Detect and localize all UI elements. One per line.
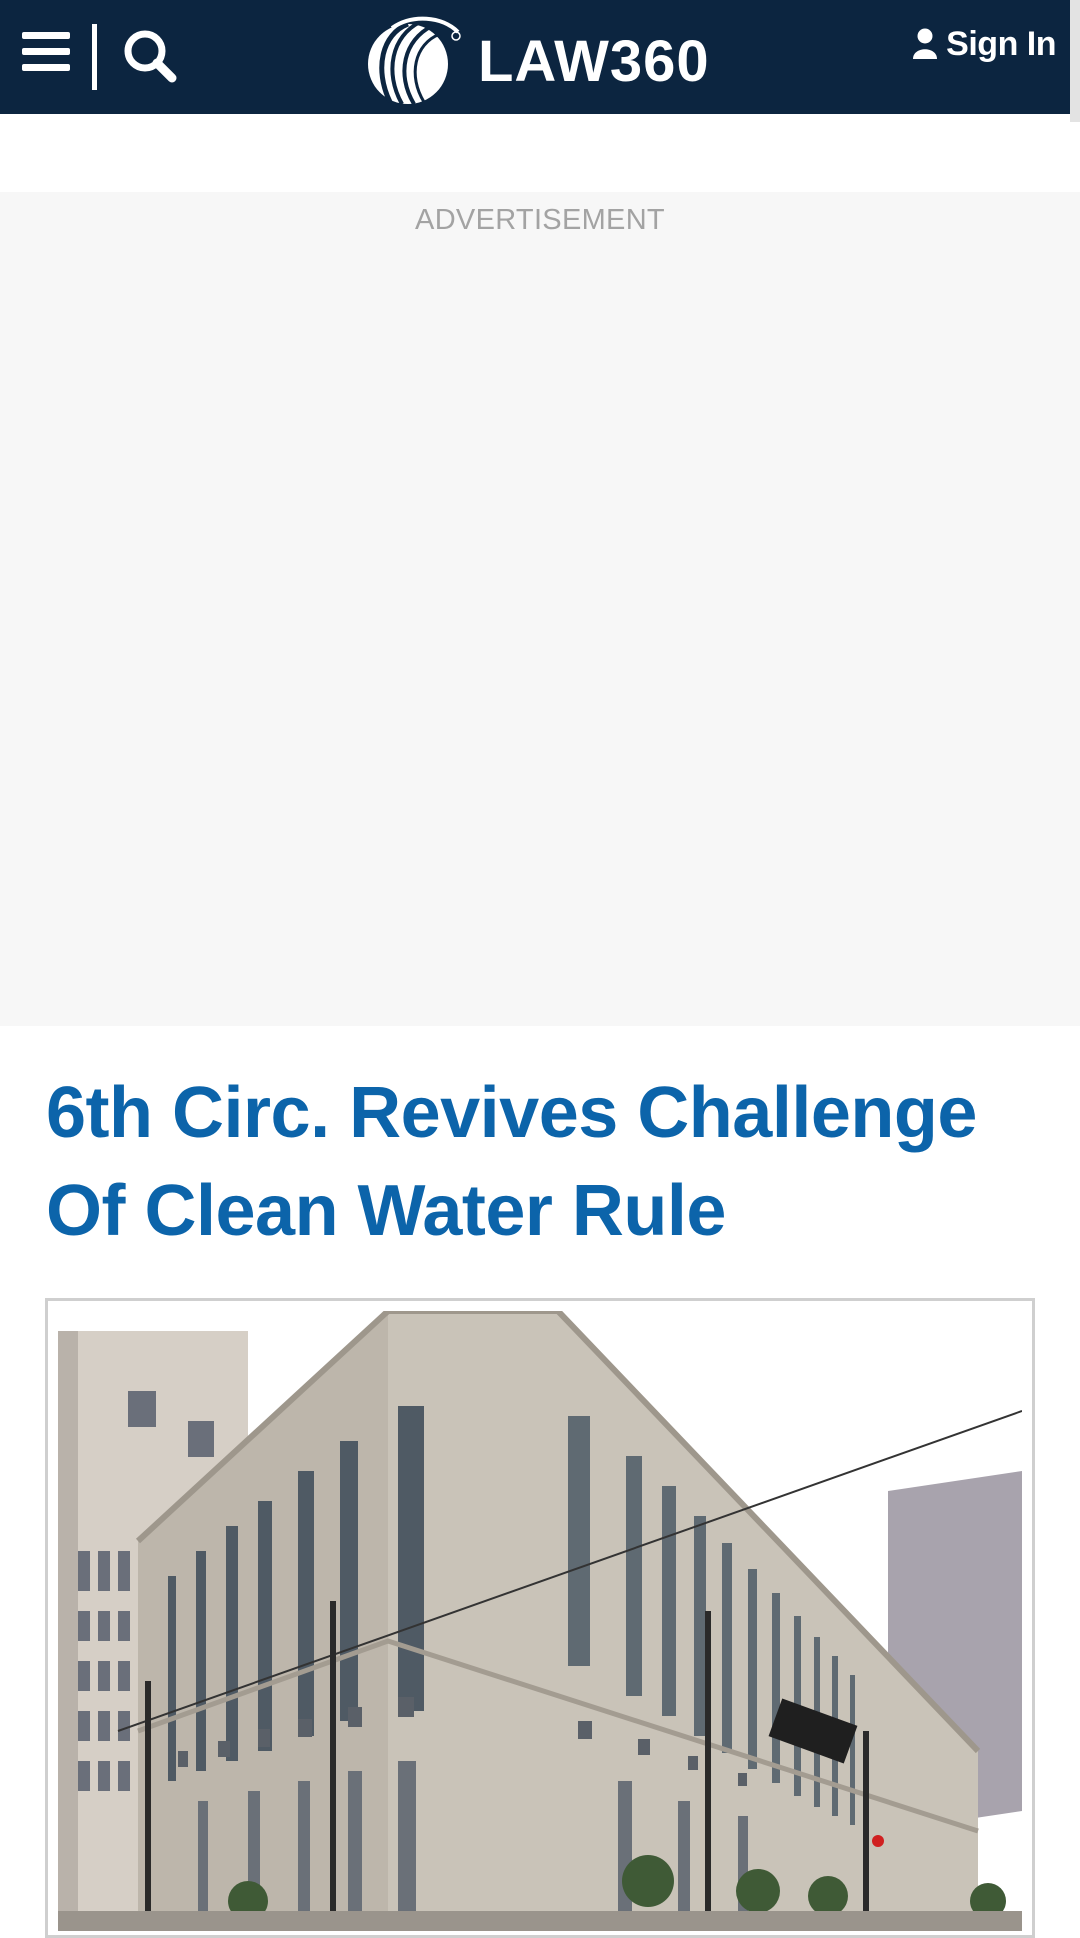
scrollbar[interactable] [1070,0,1080,122]
menu-button[interactable] [22,30,72,76]
search-icon [124,30,177,83]
logo-text: LAW360 [478,29,710,94]
logo-mark-icon [368,16,461,104]
user-icon [913,28,938,59]
article-title: 6th Circ. Revives Challenge Of Clean Wat… [46,1073,977,1251]
menu-icon-bar [22,48,70,55]
sign-in-label: Sign In [946,25,1056,63]
courthouse-photo[interactable] [58,1311,1022,1931]
header-divider [92,24,97,90]
search-button[interactable] [122,28,178,84]
site-header: LAW360 Sign In [0,0,1080,114]
advertisement-slot[interactable] [0,192,1080,1026]
article-photo-frame [45,1298,1035,1938]
menu-icon-bar [22,64,70,71]
sign-in-link[interactable]: Sign In [912,22,1056,66]
menu-icon-bar [22,32,70,39]
advertisement-label: ADVERTISEMENT [415,204,665,236]
law360-logo[interactable]: LAW360 [362,14,722,104]
